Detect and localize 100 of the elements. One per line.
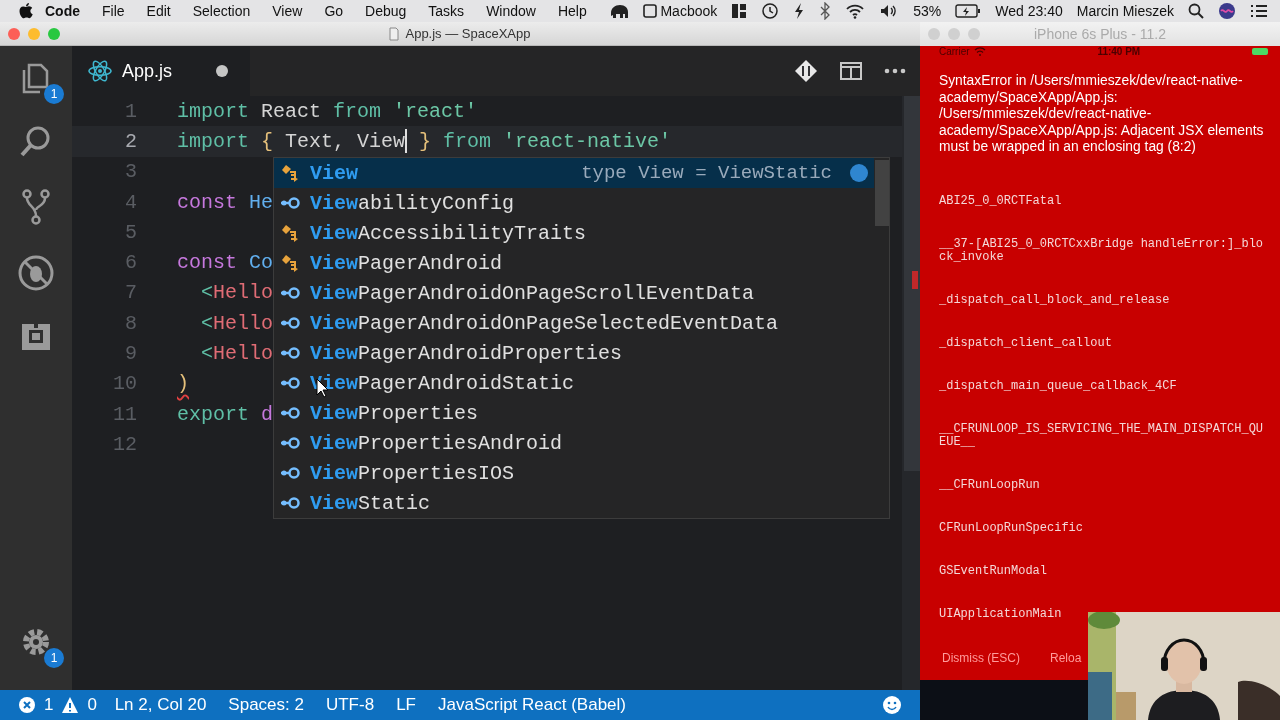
editor-tab[interactable]: App.js (72, 46, 250, 96)
warning-count[interactable]: 0 (87, 695, 97, 715)
layout-icon[interactable] (731, 3, 748, 19)
battery-percent[interactable]: 53% (913, 3, 942, 19)
clock[interactable]: Wed 23:40 (995, 3, 1063, 19)
battery-icon (1252, 48, 1268, 55)
stack-frame: __37-[ABI25_0_0RCTCxxBridge handleError:]_block_invoke (939, 237, 1268, 264)
line-number: 4 (124, 190, 138, 214)
suggestion-item[interactable]: ViewPropertiesIOS (274, 458, 874, 488)
stack-frame: ABI25_0_0RCTFatal (939, 194, 1268, 208)
stack-frame: CFRunLoopRunSpecific (939, 521, 1268, 535)
class-icon (280, 223, 300, 243)
bluetooth-icon[interactable] (819, 2, 832, 20)
code-line: const Co (177, 250, 274, 277)
suggestion-item[interactable]: ViewStatic (274, 488, 874, 518)
orb-icon[interactable] (1218, 2, 1236, 20)
square-icon[interactable] (643, 4, 658, 18)
info-icon[interactable] (850, 164, 868, 182)
gear-icon[interactable] (21, 627, 51, 657)
error-message: SyntaxError in /Users/mmieszek/dev/react-native-academy/SpaceXApp/App.js: /Users/mmieszek/dev/react-native-academy/SpaceXApp/App.js: Adjacent JSX elements must be wrapped in an enclosing tag (8:2) (939, 73, 1265, 156)
status-item[interactable]: JavaScript React (Babel) (437, 695, 626, 715)
elephant-icon[interactable] (609, 3, 630, 19)
status-item[interactable]: Ln 2, Col 20 (114, 695, 207, 715)
suggestion-item[interactable]: ViewPagerAndroidOnPageScrollEventData (274, 278, 874, 308)
user-name[interactable]: Marcin Mieszek (1076, 3, 1174, 19)
line-number: 8 (124, 311, 138, 335)
menu-item[interactable]: Selection (181, 3, 262, 19)
code-line: <Hello (200, 280, 274, 307)
wifi-icon[interactable] (845, 3, 866, 19)
menu-item[interactable]: View (261, 3, 314, 19)
stack-frame: UIApplicationMain (939, 607, 1268, 621)
phone-time: 11:40 PM (1096, 46, 1142, 57)
apple-icon[interactable] (18, 2, 34, 20)
stack-frame: _dispatch_main_queue_callback_4CF (939, 379, 1268, 393)
suggestion-item[interactable]: ViewPagerAndroidProperties (274, 338, 874, 368)
stack-frame: _dispatch_call_block_and_release (939, 293, 1268, 307)
window-title: App.js — SpaceXApp (405, 26, 531, 41)
line-number: 12 (112, 432, 138, 456)
suggestion-item[interactable]: ViewProperties (274, 398, 874, 428)
code-line: const He (177, 189, 274, 216)
menu-item[interactable]: Window (475, 3, 547, 19)
code-line: export d (177, 401, 274, 428)
atom-icon (88, 59, 112, 83)
menu-item[interactable]: Tasks (417, 3, 476, 19)
window-title: iPhone 6s Plus - 11.2 (1033, 26, 1166, 42)
smiley-icon[interactable] (882, 695, 902, 715)
suggestion-item[interactable]: ViewPropertiesAndroid (274, 428, 874, 458)
suggestion-item[interactable]: ViewAccessibilityTraits (274, 218, 874, 248)
menu-item[interactable]: Code (34, 3, 91, 19)
more-icon[interactable] (884, 68, 906, 74)
carrier-label: Carrier (939, 46, 970, 57)
status-item[interactable]: LF (396, 695, 416, 715)
scrollbar[interactable] (875, 160, 889, 226)
menu-item[interactable]: Edit (135, 3, 182, 19)
stack-frame: __CFRunLoopRun (939, 478, 1268, 492)
menu-item[interactable]: File (91, 3, 136, 19)
search-icon[interactable] (1188, 3, 1204, 19)
bolt-icon[interactable] (793, 2, 806, 20)
list-icon[interactable] (1250, 4, 1268, 18)
line-number: 9 (124, 342, 138, 365)
suggestion-item[interactable]: View type View = ViewStatic (274, 158, 874, 188)
suggestion-item[interactable]: ViewabilityConfig (274, 188, 874, 218)
menu-item[interactable]: Help (546, 3, 598, 19)
code-line: import { Text, View } from 'react-native' (177, 128, 672, 156)
class-icon (280, 163, 300, 183)
code-line: ) (177, 371, 189, 398)
line-number: 7 (124, 281, 138, 305)
menu-item[interactable]: Go (313, 3, 355, 19)
line-number: 2 (124, 129, 138, 153)
device-name[interactable]: Macbook (660, 3, 718, 19)
stack-frame: _dispatch_client_callout (939, 336, 1268, 350)
stack-frame: GSEventRunModal (939, 564, 1268, 578)
warning-icon[interactable] (61, 696, 80, 714)
suggestion-item[interactable]: ViewPagerAndroid (274, 248, 874, 278)
status-item[interactable]: Spaces: 2 (228, 695, 304, 715)
code-line: <Hello (200, 310, 274, 337)
line-number: 11 (112, 402, 138, 426)
battery-icon[interactable] (955, 4, 982, 18)
source-control-icon[interactable] (21, 188, 51, 226)
class-icon (280, 253, 300, 273)
line-number: 10 (112, 372, 138, 396)
code-line: <Hello (200, 341, 274, 367)
diff-icon[interactable] (794, 59, 818, 83)
error-count[interactable]: 1 (44, 695, 54, 715)
menu-item[interactable]: Debug (354, 3, 418, 19)
line-number: 1 (124, 99, 138, 123)
status-item[interactable]: UTF-8 (325, 695, 375, 715)
stack-frame: __CFRUNLOOP_IS_SERVICING_THE_MAIN_DISPATCH_QUEUE__ (939, 422, 1268, 449)
no-bug-icon[interactable] (17, 254, 55, 292)
document-icon (389, 26, 400, 41)
line-number: 3 (124, 160, 138, 184)
error-icon[interactable] (18, 696, 36, 714)
code-line: import React from 'react' (177, 98, 478, 125)
scrollbar[interactable] (902, 96, 920, 690)
split-editor-icon[interactable] (840, 61, 862, 81)
clock-icon[interactable] (761, 2, 780, 20)
suggestion-item[interactable]: ViewPagerAndroidOnPageSelectedEventData (274, 308, 874, 338)
wifi-icon (973, 47, 986, 56)
notification-badge: 1 (44, 648, 64, 668)
line-number: 5 (124, 220, 138, 244)
